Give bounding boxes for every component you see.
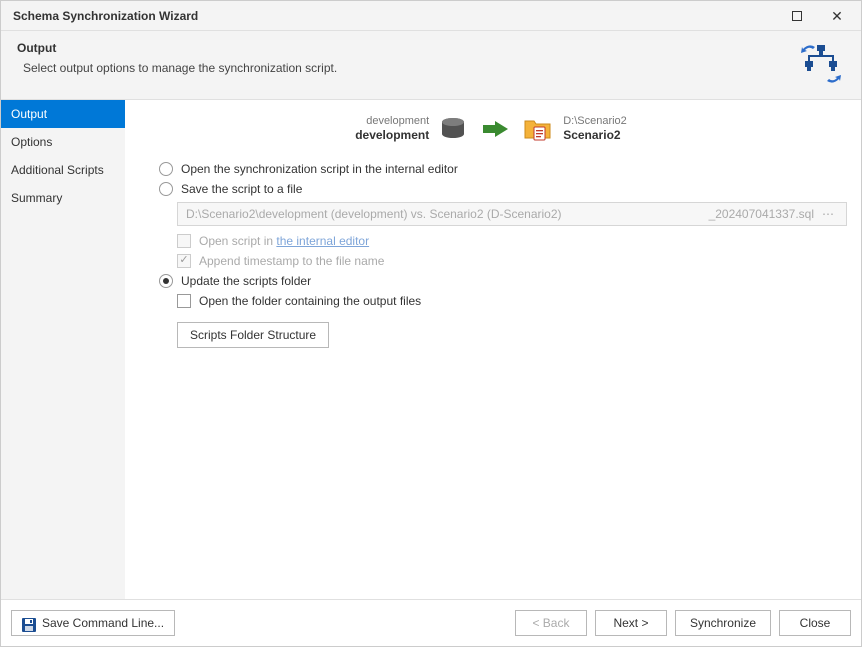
sidebar-item-options[interactable]: Options (1, 128, 125, 156)
checkbox-open-folder[interactable]: Open the folder containing the output fi… (177, 294, 847, 308)
internal-editor-link[interactable]: the internal editor (276, 234, 369, 248)
browse-ellipsis-icon[interactable]: ⋯ (818, 207, 838, 221)
checkbox-open-script-in[interactable]: Open script in the internal editor (177, 234, 847, 248)
sidebar-item-label: Summary (11, 191, 62, 205)
checkbox-label: Open the folder containing the output fi… (199, 294, 421, 308)
scripts-folder-structure-button[interactable]: Scripts Folder Structure (177, 322, 329, 348)
maximize-button[interactable] (777, 2, 817, 30)
synchronize-button[interactable]: Synchronize (675, 610, 771, 636)
wizard-sidebar: Output Options Additional Scripts Summar… (1, 100, 125, 599)
radio-update-scripts-folder[interactable]: Update the scripts folder (159, 274, 847, 288)
header-title: Output (17, 41, 789, 55)
sync-schema-icon (797, 43, 845, 85)
checkbox-icon (177, 294, 191, 308)
close-window-button[interactable]: ✕ (817, 2, 857, 30)
check-icon: ✓ (179, 255, 188, 266)
wizard-footer: Save Command Line... < Back Next > Synch… (1, 599, 861, 646)
back-button[interactable]: < Back (515, 610, 587, 636)
sidebar-item-output[interactable]: Output (1, 100, 125, 128)
radio-icon (159, 182, 173, 196)
radio-label: Save the script to a file (181, 182, 302, 196)
radio-open-internal[interactable]: Open the synchronization script in the i… (159, 162, 847, 176)
close-button[interactable]: Close (779, 610, 851, 636)
title-bar: Schema Synchronization Wizard ✕ (1, 1, 861, 31)
sidebar-item-label: Output (11, 107, 47, 121)
source-block: development development (355, 114, 467, 144)
button-label: Save Command Line... (42, 611, 164, 635)
target-bot: Scenario2 (563, 128, 627, 144)
source-labels: development development (355, 114, 429, 144)
file-path-text: D:\Scenario2\development (development) v… (186, 207, 562, 221)
source-bot: development (355, 128, 429, 144)
close-icon: ✕ (831, 9, 843, 23)
target-labels: D:\Scenario2 Scenario2 (563, 114, 627, 144)
file-suffix: _202407041337.sql (709, 207, 814, 221)
header-subtitle: Select output options to manage the sync… (17, 61, 789, 75)
connection-summary: development development (135, 114, 847, 144)
radio-label: Open the synchronization script in the i… (181, 162, 458, 176)
folder-scripts-icon (523, 117, 553, 141)
wizard-main: development development (125, 100, 861, 599)
file-path-input[interactable]: D:\Scenario2\development (development) v… (177, 202, 847, 226)
radio-label: Update the scripts folder (181, 274, 311, 288)
radio-icon (159, 274, 173, 288)
next-button[interactable]: Next > (595, 610, 667, 636)
file-path-row: D:\Scenario2\development (development) v… (177, 202, 847, 226)
checkbox-icon: ✓ (177, 254, 191, 268)
target-block: D:\Scenario2 Scenario2 (523, 114, 627, 144)
checkbox-icon (177, 234, 191, 248)
checkbox-label: Append timestamp to the file name (199, 254, 384, 268)
arrow-right-icon (481, 121, 509, 137)
database-icon (439, 117, 467, 141)
header-text: Output Select output options to manage t… (17, 41, 789, 75)
sidebar-item-label: Options (11, 135, 52, 149)
radio-save-to-file[interactable]: Save the script to a file (159, 182, 847, 196)
wizard-body: Output Options Additional Scripts Summar… (1, 100, 861, 599)
target-top: D:\Scenario2 (563, 114, 627, 128)
sidebar-item-additional-scripts[interactable]: Additional Scripts (1, 156, 125, 184)
checkbox-label: Open script in the internal editor (199, 234, 369, 248)
checkbox-append-timestamp[interactable]: ✓ Append timestamp to the file name (177, 254, 847, 268)
sidebar-item-summary[interactable]: Summary (1, 184, 125, 212)
maximize-icon (792, 11, 802, 21)
source-top: development (355, 114, 429, 128)
wizard-header: Output Select output options to manage t… (1, 31, 861, 100)
save-icon (22, 616, 36, 630)
save-command-line-button[interactable]: Save Command Line... (11, 610, 175, 636)
radio-icon (159, 162, 173, 176)
window-title: Schema Synchronization Wizard (13, 9, 777, 23)
sidebar-item-label: Additional Scripts (11, 163, 104, 177)
radio-dot-icon (163, 278, 169, 284)
